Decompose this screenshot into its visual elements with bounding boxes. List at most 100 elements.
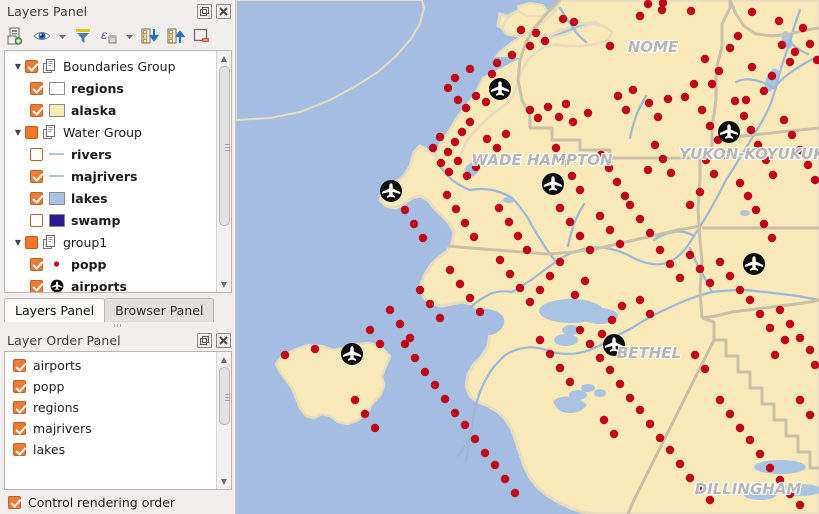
populated-place-point: [458, 128, 466, 136]
layers-panel-undock-button[interactable]: [197, 4, 212, 19]
scroll-thumb[interactable]: [219, 367, 230, 425]
tab-browser-panel[interactable]: Browser Panel: [104, 298, 214, 322]
populated-place-point: [788, 131, 796, 139]
scroll-up-icon[interactable]: ▲: [217, 352, 232, 367]
layer-styling-icon[interactable]: [4, 24, 28, 48]
layer-visibility-checkbox[interactable]: [30, 192, 43, 205]
populated-place-point: [796, 396, 804, 404]
populated-place-point: [659, 155, 667, 163]
layer-tree-item[interactable]: majrivers: [5, 165, 216, 187]
airport-icon: [602, 333, 626, 357]
layers-panel-close-button[interactable]: [216, 4, 231, 19]
expand-all-icon[interactable]: [138, 24, 162, 48]
layer-tree-group[interactable]: ▼group1: [5, 231, 216, 253]
populated-place-point: [610, 430, 618, 438]
populated-place-point: [311, 345, 319, 353]
layer-order-item[interactable]: airports: [5, 355, 216, 376]
populated-place-point: [523, 246, 531, 254]
populated-place-point: [516, 284, 524, 292]
layer-tree-container[interactable]: ▼Boundaries Group regions alaska ▼ Water Gro…: [4, 50, 232, 293]
layer-order-list-container[interactable]: airportspoppregionsmajriverslakes ▲ ▼: [4, 351, 232, 490]
expander-collapse-icon[interactable]: ▼: [11, 62, 25, 71]
scroll-track[interactable]: [217, 66, 232, 277]
layer-tree-item[interactable]: popp: [5, 253, 216, 275]
chevron-down-icon[interactable]: [56, 24, 69, 48]
populated-place-point: [696, 188, 704, 196]
collapse-all-icon[interactable]: [164, 24, 188, 48]
populated-place-point: [431, 381, 439, 389]
populated-place-point: [526, 42, 534, 50]
layer-visibility-checkbox[interactable]: [25, 60, 38, 73]
filter-icon[interactable]: [71, 24, 95, 48]
populated-place-point: [506, 270, 514, 278]
layer-visibility-checkbox[interactable]: [30, 280, 43, 293]
layer-visibility-checkbox[interactable]: [30, 214, 43, 227]
map-canvas[interactable]: NOMEWADE HAMPTONYUKON-KOYUKUKBETHELDILLI…: [236, 0, 819, 514]
populated-place-point: [636, 296, 644, 304]
remove-layer-icon[interactable]: [190, 24, 214, 48]
populated-place-point: [786, 320, 794, 328]
layer-tree-label: regions: [71, 81, 124, 96]
layer-tree-label: Water Group: [63, 125, 142, 140]
populated-place-point: [444, 148, 452, 156]
layer-tree-item[interactable]: airports: [5, 275, 216, 292]
layer-tree-item[interactable]: rivers: [5, 143, 216, 165]
populated-place-point: [645, 99, 653, 107]
layer-order-checkbox[interactable]: [13, 443, 26, 456]
layer-visibility-checkbox[interactable]: [30, 82, 43, 95]
eye-icon[interactable]: [30, 24, 54, 48]
layer-visibility-checkbox[interactable]: [30, 148, 43, 161]
control-rendering-order-checkbox[interactable]: [8, 496, 21, 509]
layer-order-checkbox[interactable]: [13, 422, 26, 435]
populated-place-point: [636, 406, 644, 414]
layer-tree-group[interactable]: ▼ Water Group: [5, 121, 216, 143]
layer-tree-item[interactable]: alaska: [5, 99, 216, 121]
populated-place-point: [566, 218, 574, 226]
control-rendering-order-row[interactable]: Control rendering order: [0, 490, 235, 514]
layer-tree-item[interactable]: regions: [5, 77, 216, 99]
tab-layers-panel[interactable]: Layers Panel: [4, 298, 105, 322]
layer-order-scrollbar[interactable]: ▲ ▼: [216, 352, 231, 489]
layer-visibility-checkbox[interactable]: [25, 126, 38, 139]
layer-visibility-checkbox[interactable]: [25, 236, 38, 249]
layer-order-item[interactable]: regions: [5, 397, 216, 418]
scroll-down-icon[interactable]: ▼: [217, 277, 232, 292]
populated-place-point: [811, 176, 819, 184]
layer-order-checkbox[interactable]: [13, 401, 26, 414]
scroll-down-icon[interactable]: ▼: [217, 474, 232, 489]
layer-tree-item[interactable]: swamp: [5, 209, 216, 231]
layer-visibility-checkbox[interactable]: [30, 258, 43, 271]
scroll-up-icon[interactable]: ▲: [217, 51, 232, 66]
expander-collapse-icon[interactable]: ▼: [11, 128, 25, 137]
scroll-thumb[interactable]: [219, 66, 230, 226]
layer-order-item[interactable]: majrivers: [5, 418, 216, 439]
epsilon-icon[interactable]: ε: [97, 24, 121, 48]
layer-visibility-checkbox[interactable]: [30, 170, 43, 183]
dock-splitter[interactable]: [0, 322, 235, 329]
layer-order-close-button[interactable]: [216, 333, 231, 348]
layer-order-checkbox[interactable]: [13, 380, 26, 393]
layer-visibility-checkbox[interactable]: [30, 104, 43, 117]
populated-place-point: [740, 112, 748, 120]
layer-order-checkbox[interactable]: [13, 359, 26, 372]
populated-place-point: [586, 340, 594, 348]
layer-tree-label: rivers: [71, 147, 112, 162]
populated-place-point: [644, 0, 652, 8]
populated-place-point: [622, 106, 630, 114]
layer-order-item[interactable]: popp: [5, 376, 216, 397]
layer-tree-scrollbar[interactable]: ▲ ▼: [216, 51, 231, 292]
group-icon: [43, 59, 58, 73]
layer-order-item[interactable]: lakes: [5, 439, 216, 460]
layer-tree-group[interactable]: ▼Boundaries Group: [5, 55, 216, 77]
layer-tree-item[interactable]: lakes: [5, 187, 216, 209]
populated-place-point: [576, 232, 584, 240]
populated-place-point: [508, 51, 516, 59]
populated-place-point: [361, 410, 369, 418]
chevron-down-icon[interactable]: [123, 24, 136, 48]
populated-place-point: [496, 256, 504, 264]
expander-collapse-icon[interactable]: ▼: [11, 238, 25, 247]
layer-order-undock-button[interactable]: [197, 333, 212, 348]
scroll-track[interactable]: [217, 367, 232, 474]
populated-place-point: [463, 172, 471, 180]
populated-place-point: [596, 212, 604, 220]
